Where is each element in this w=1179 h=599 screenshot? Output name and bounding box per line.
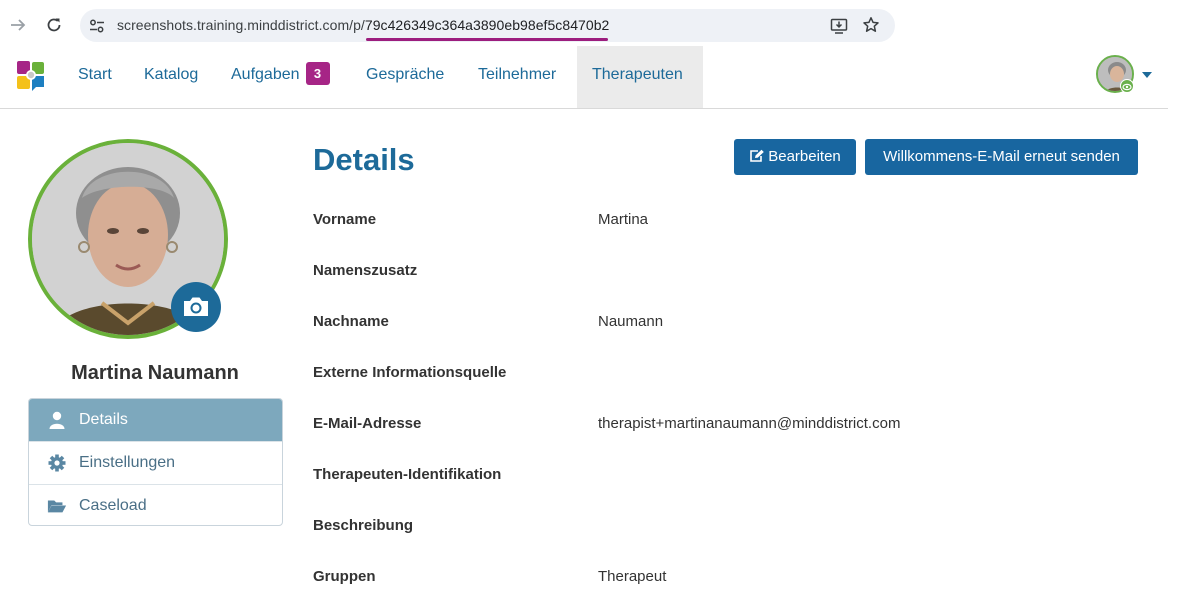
site-settings-icon[interactable]: [89, 18, 105, 34]
sidebar-item-einstellungen[interactable]: Einstellungen: [29, 442, 282, 484]
view-mode-eye-icon: [1120, 79, 1134, 93]
sidebar-item-label: Caseload: [79, 497, 147, 514]
field-value-vorname: Martina: [598, 211, 649, 228]
nav-aufgaben[interactable]: Aufgaben 3: [216, 46, 345, 108]
address-bar[interactable]: screenshots.training.minddistrict.com/p/…: [80, 9, 895, 42]
field-label-email: E-Mail-Adresse: [313, 415, 422, 432]
nav-therapeuten[interactable]: Therapeuten: [577, 46, 703, 108]
minddistrict-logo[interactable]: [16, 60, 46, 92]
field-label-nachname: Nachname: [313, 313, 389, 330]
sidebar-item-label: Details: [79, 411, 128, 428]
field-label-gruppen: Gruppen: [313, 568, 376, 585]
reload-icon[interactable]: [45, 16, 63, 34]
nav-start[interactable]: Start: [63, 46, 127, 108]
field-value-gruppen: Therapeut: [598, 568, 667, 585]
url-prefix: screenshots.training.minddistrict.com/p/: [117, 17, 365, 33]
nav-teilnehmer[interactable]: Teilnehmer: [463, 46, 571, 108]
bookmark-star-icon[interactable]: [862, 16, 880, 34]
profile-name: Martina Naumann: [71, 362, 239, 384]
sidebar-item-details[interactable]: Details: [29, 399, 282, 441]
sidebar-item-caseload[interactable]: Caseload: [29, 485, 282, 525]
user-menu-caret-icon[interactable]: [1142, 72, 1152, 78]
nav-gespraeche[interactable]: Gespräche: [351, 46, 459, 108]
field-label-beschreibung: Beschreibung: [313, 517, 414, 534]
install-app-icon[interactable]: [830, 17, 848, 35]
field-label-vorname: Vorname: [313, 211, 377, 228]
folder-open-icon: [47, 500, 67, 513]
edit-icon: [750, 149, 765, 162]
edit-button[interactable]: Bearbeiten: [734, 139, 856, 175]
field-value-email: therapist+martinanaumann@minddistrict.co…: [598, 415, 901, 432]
field-label-namenszusatz: Namenszusatz: [313, 262, 418, 279]
tasks-count-badge: 3: [305, 62, 330, 85]
nav-aufgaben-label: Aufgaben: [231, 66, 300, 83]
gear-icon: [48, 454, 66, 472]
field-label-externe-informationsquelle: Externe Informationsquelle: [313, 364, 507, 381]
url-highlight-underline: [366, 38, 608, 41]
browser-toolbar: screenshots.training.minddistrict.com/p/…: [0, 0, 1179, 46]
arrow-forward-icon[interactable]: [9, 16, 27, 34]
page-title: Details: [313, 142, 415, 177]
field-value-nachname: Naumann: [598, 313, 664, 330]
camera-icon: [184, 297, 208, 316]
profile-sidebar-menu: Details Einstellungen Caseload: [28, 398, 283, 526]
sidebar-item-label: Einstellungen: [79, 454, 176, 471]
main-navigation: Start Katalog Aufgaben 3 Gespräche Teilne…: [0, 46, 1168, 109]
url-text[interactable]: screenshots.training.minddistrict.com/p/…: [117, 17, 609, 33]
change-photo-button[interactable]: [171, 282, 221, 332]
edit-button-label: Bearbeiten: [768, 148, 841, 165]
user-icon: [49, 411, 65, 429]
nav-katalog[interactable]: Katalog: [129, 46, 213, 108]
field-label-therapeuten-identifikation: Therapeuten-Identifikation: [313, 466, 502, 483]
resend-welcome-email-button[interactable]: Willkommens-E-Mail erneut senden: [865, 139, 1138, 175]
url-hash: 79c426349c364a3890eb98ef5c8470b2: [364, 17, 610, 33]
